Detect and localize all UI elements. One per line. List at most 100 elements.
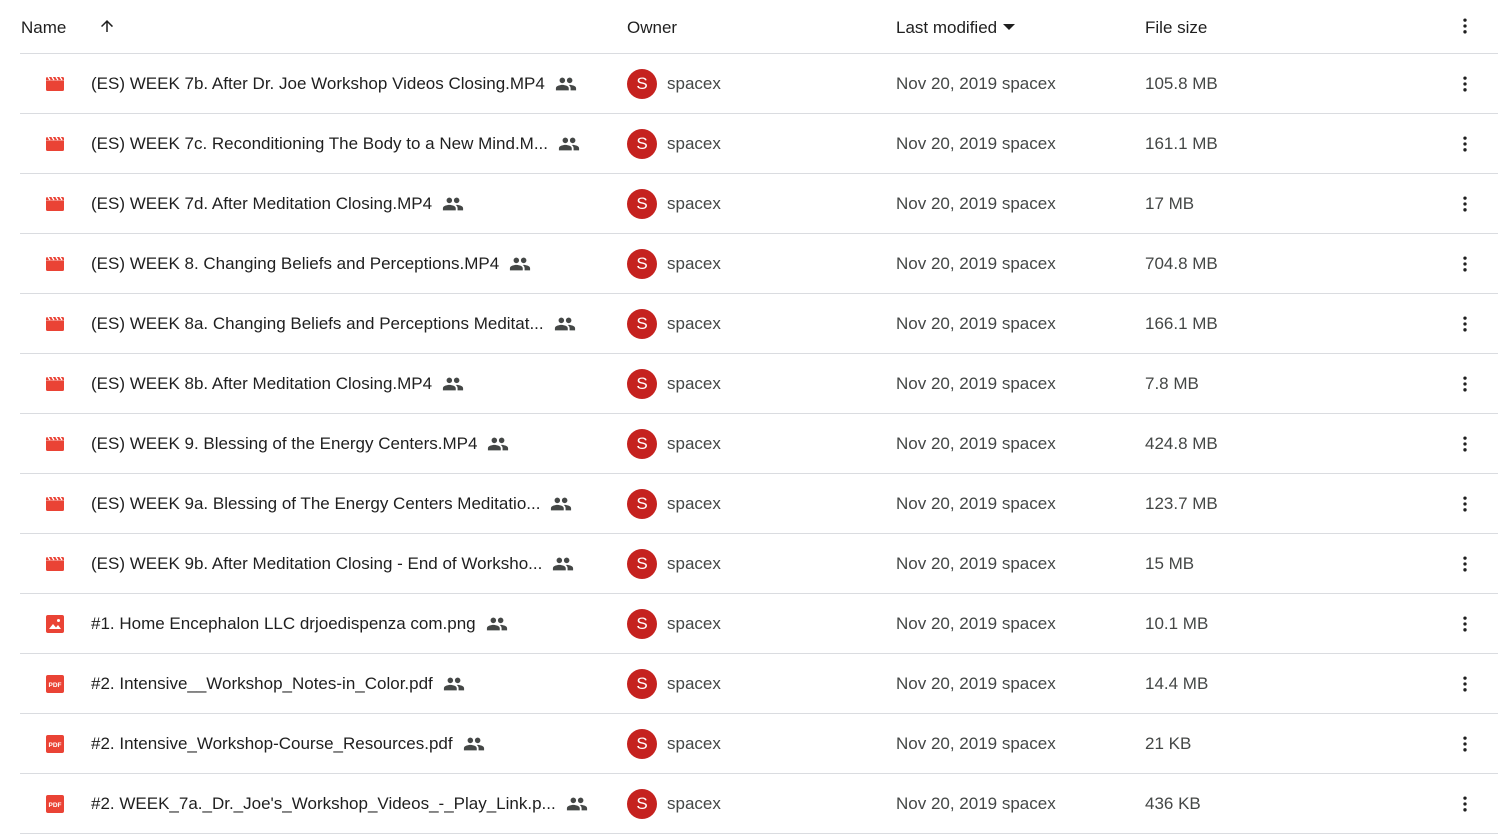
file-name-cell[interactable]: (ES) WEEK 7b. After Dr. Joe Workshop Vid… bbox=[91, 54, 577, 113]
file-row[interactable]: PDF #2. Intensive__Workshop_Notes-in_Colo… bbox=[20, 654, 1498, 714]
pdf-file-icon: PDF bbox=[45, 654, 67, 713]
shared-icon bbox=[550, 493, 572, 515]
file-name-cell[interactable]: (ES) WEEK 7d. After Meditation Closing.M… bbox=[91, 174, 464, 233]
owner-cell: Sspacex bbox=[627, 714, 721, 773]
last-modified: Nov 20, 2019 spacex bbox=[896, 73, 1056, 93]
file-name-cell[interactable]: (ES) WEEK 9a. Blessing of The Energy Cen… bbox=[91, 474, 572, 533]
more-vert-icon[interactable] bbox=[1455, 114, 1475, 173]
more-vert-icon[interactable] bbox=[1455, 774, 1475, 833]
file-name-cell[interactable]: #2. Intensive__Workshop_Notes-in_Color.p… bbox=[91, 654, 465, 713]
file-name: (ES) WEEK 9. Blessing of the Energy Cent… bbox=[91, 433, 478, 453]
video-file-icon bbox=[45, 534, 67, 593]
avatar: S bbox=[627, 248, 657, 279]
shared-icon bbox=[555, 73, 577, 95]
file-name: (ES) WEEK 8b. After Meditation Closing.M… bbox=[91, 373, 433, 393]
avatar: S bbox=[627, 308, 657, 339]
file-row[interactable]: (ES) WEEK 9b. After Meditation Closing -… bbox=[20, 534, 1498, 594]
svg-text:PDF: PDF bbox=[49, 742, 62, 749]
file-row[interactable]: (ES) WEEK 9. Blessing of the Energy Cent… bbox=[20, 414, 1498, 474]
file-name-cell[interactable]: #1. Home Encephalon LLC drjoedispenza co… bbox=[91, 594, 508, 653]
column-header-last-modified[interactable]: Last modified bbox=[896, 18, 1016, 38]
file-size: 166.1 MB bbox=[1145, 313, 1218, 333]
file-name-cell[interactable]: #2. Intensive_Workshop-Course_Resources.… bbox=[91, 714, 485, 773]
svg-text:PDF: PDF bbox=[49, 682, 62, 689]
shared-icon bbox=[552, 553, 574, 575]
more-vert-icon[interactable] bbox=[1455, 234, 1475, 293]
more-vert-icon[interactable] bbox=[1455, 174, 1475, 233]
file-row[interactable]: (ES) WEEK 8. Changing Beliefs and Percep… bbox=[20, 234, 1498, 294]
file-row[interactable]: (ES) WEEK 7d. After Meditation Closing.M… bbox=[20, 174, 1498, 234]
file-row[interactable]: (ES) WEEK 8b. After Meditation Closing.M… bbox=[20, 354, 1498, 414]
file-name: (ES) WEEK 8. Changing Beliefs and Percep… bbox=[91, 253, 500, 273]
file-name: #1. Home Encephalon LLC drjoedispenza co… bbox=[91, 613, 476, 633]
owner-name: spacex bbox=[667, 733, 721, 753]
file-name: (ES) WEEK 9b. After Meditation Closing -… bbox=[91, 553, 543, 573]
file-name: #2. Intensive__Workshop_Notes-in_Color.p… bbox=[91, 673, 433, 693]
video-file-icon bbox=[45, 174, 67, 233]
file-name-cell[interactable]: (ES) WEEK 8a. Changing Beliefs and Perce… bbox=[91, 294, 576, 353]
file-row[interactable]: PDF #2. WEEK_7a._Dr._Joe's_Workshop_Video… bbox=[20, 774, 1498, 834]
file-size: 15 MB bbox=[1145, 553, 1195, 573]
file-name: (ES) WEEK 8a. Changing Beliefs and Perce… bbox=[91, 313, 544, 333]
file-name-cell[interactable]: #2. WEEK_7a._Dr._Joe's_Workshop_Videos_-… bbox=[91, 774, 588, 833]
last-modified: Nov 20, 2019 spacex bbox=[896, 493, 1056, 513]
file-name-cell[interactable]: (ES) WEEK 7c. Reconditioning The Body to… bbox=[91, 114, 580, 173]
video-file-icon bbox=[45, 414, 67, 473]
owner-name: spacex bbox=[667, 73, 721, 93]
avatar: S bbox=[627, 608, 657, 639]
file-name-cell[interactable]: (ES) WEEK 9. Blessing of the Energy Cent… bbox=[91, 414, 509, 473]
more-vert-icon[interactable] bbox=[1455, 16, 1475, 41]
image-file-icon bbox=[45, 594, 67, 653]
more-vert-icon[interactable] bbox=[1455, 474, 1475, 533]
pdf-file-icon: PDF bbox=[45, 774, 67, 833]
avatar: S bbox=[627, 188, 657, 219]
video-file-icon bbox=[45, 234, 67, 293]
file-row[interactable]: (ES) WEEK 7c. Reconditioning The Body to… bbox=[20, 114, 1498, 174]
column-header-file-size[interactable]: File size bbox=[1145, 18, 1207, 38]
owner-name: spacex bbox=[667, 133, 721, 153]
owner-cell: Sspacex bbox=[627, 654, 721, 713]
more-vert-icon[interactable] bbox=[1455, 354, 1475, 413]
more-vert-icon[interactable] bbox=[1455, 54, 1475, 113]
file-name: (ES) WEEK 7d. After Meditation Closing.M… bbox=[91, 193, 433, 213]
owner-name: spacex bbox=[667, 613, 721, 633]
more-vert-icon[interactable] bbox=[1455, 414, 1475, 473]
last-modified: Nov 20, 2019 spacex bbox=[896, 793, 1056, 813]
owner-cell: Sspacex bbox=[627, 354, 721, 413]
file-name-cell[interactable]: (ES) WEEK 9b. After Meditation Closing -… bbox=[91, 534, 574, 593]
more-vert-icon[interactable] bbox=[1455, 294, 1475, 353]
file-row[interactable]: (ES) WEEK 8a. Changing Beliefs and Perce… bbox=[20, 294, 1498, 354]
file-row[interactable]: (ES) WEEK 7b. After Dr. Joe Workshop Vid… bbox=[20, 54, 1498, 114]
avatar: S bbox=[627, 68, 657, 99]
more-vert-icon[interactable] bbox=[1455, 534, 1475, 593]
owner-cell: Sspacex bbox=[627, 774, 721, 833]
file-name: (ES) WEEK 7c. Reconditioning The Body to… bbox=[91, 133, 548, 153]
file-name: #2. WEEK_7a._Dr._Joe's_Workshop_Videos_-… bbox=[91, 793, 556, 813]
video-file-icon bbox=[45, 474, 67, 533]
shared-icon bbox=[558, 133, 580, 155]
shared-icon bbox=[509, 253, 531, 275]
file-row[interactable]: PDF #2. Intensive_Workshop-Course_Resourc… bbox=[20, 714, 1498, 774]
shared-icon bbox=[554, 313, 576, 335]
last-modified: Nov 20, 2019 spacex bbox=[896, 613, 1056, 633]
more-vert-icon[interactable] bbox=[1455, 714, 1475, 773]
owner-name: spacex bbox=[667, 433, 721, 453]
owner-cell: Sspacex bbox=[627, 534, 721, 593]
owner-name: spacex bbox=[667, 193, 721, 213]
last-modified: Nov 20, 2019 spacex bbox=[896, 373, 1056, 393]
svg-text:PDF: PDF bbox=[49, 802, 62, 809]
file-name-cell[interactable]: (ES) WEEK 8b. After Meditation Closing.M… bbox=[91, 354, 464, 413]
last-modified: Nov 20, 2019 spacex bbox=[896, 553, 1056, 573]
more-vert-icon[interactable] bbox=[1455, 594, 1475, 653]
video-file-icon bbox=[45, 114, 67, 173]
file-row[interactable]: (ES) WEEK 9a. Blessing of The Energy Cen… bbox=[20, 474, 1498, 534]
file-row[interactable]: #1. Home Encephalon LLC drjoedispenza co… bbox=[20, 594, 1498, 654]
file-name-cell[interactable]: (ES) WEEK 8. Changing Beliefs and Percep… bbox=[91, 234, 531, 293]
arrow-up-icon[interactable] bbox=[98, 17, 116, 40]
column-header-last-modified-label: Last modified bbox=[896, 18, 998, 37]
column-header-owner[interactable]: Owner bbox=[627, 18, 677, 38]
column-header-name[interactable]: Name bbox=[21, 18, 66, 38]
file-size: 10.1 MB bbox=[1145, 613, 1209, 633]
more-vert-icon[interactable] bbox=[1455, 654, 1475, 713]
shared-icon bbox=[487, 433, 509, 455]
